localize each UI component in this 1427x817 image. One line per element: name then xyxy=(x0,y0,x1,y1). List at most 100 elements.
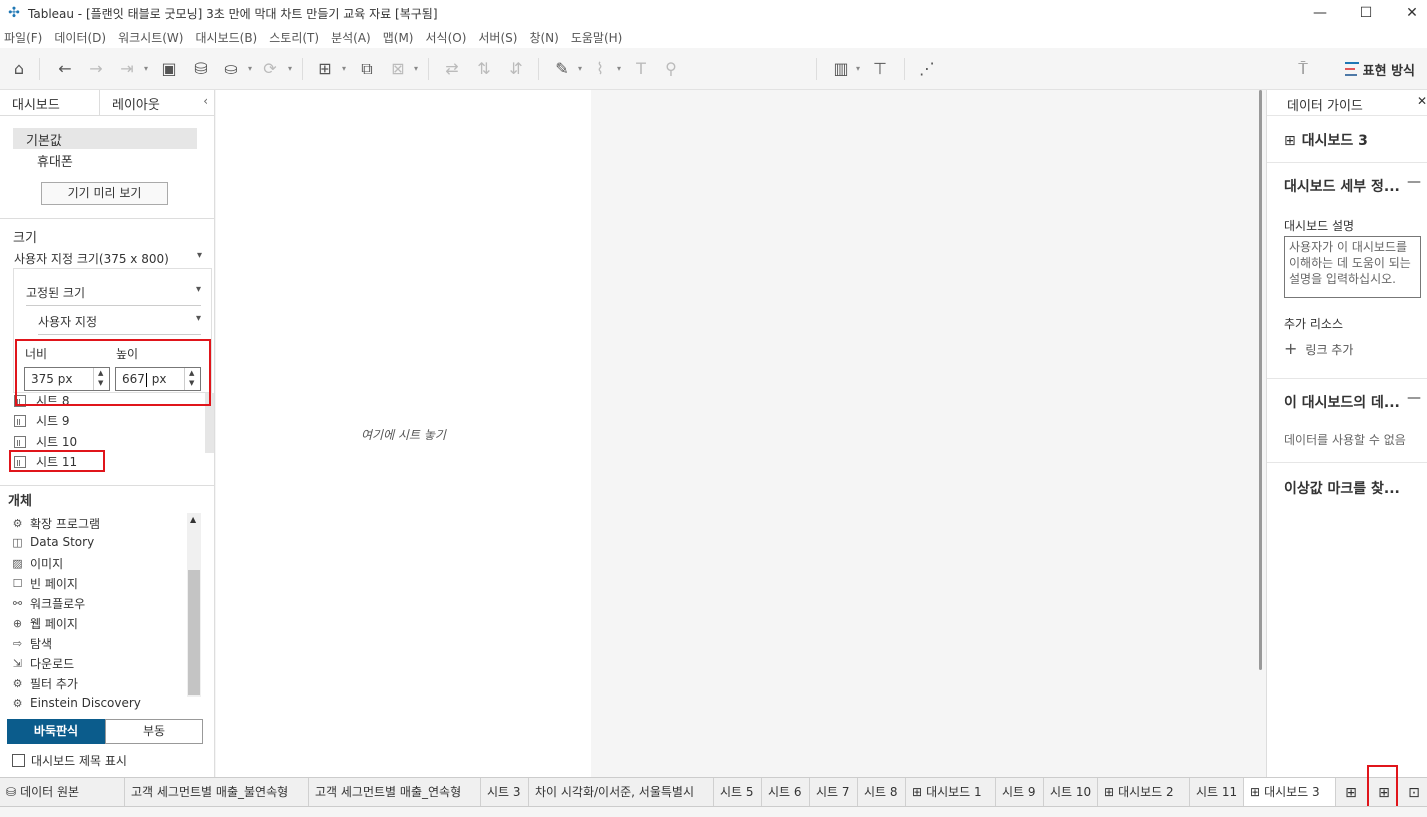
height-stepper[interactable]: ▲ ▼ xyxy=(184,368,200,390)
highlight-icon[interactable]: ✎ xyxy=(551,58,573,80)
tab-dashboard-active[interactable]: ⊞ 대시보드 3 xyxy=(1244,778,1336,807)
highlight-dropdown-icon[interactable]: ▾ xyxy=(578,64,582,73)
sheet-list-scrollbar[interactable] xyxy=(205,393,214,453)
list-item[interactable]: 시트 10 xyxy=(14,433,77,450)
menu-dashboard[interactable]: 대시보드(B) xyxy=(191,29,265,46)
tab-sheet[interactable]: 시트 9 xyxy=(996,778,1044,807)
list-item[interactable]: 시트 9 xyxy=(14,412,70,429)
refresh-dropdown-icon[interactable]: ▾ xyxy=(288,64,292,73)
device-preview-button[interactable]: 기기 미리 보기 xyxy=(41,182,168,205)
menu-worksheet[interactable]: 워크시트(W) xyxy=(114,29,191,46)
list-item[interactable]: 시트 8 xyxy=(14,392,70,409)
details-section-title[interactable]: 대시보드 세부 정... xyxy=(1284,176,1400,196)
new-story-icon[interactable]: ⊡ xyxy=(1404,783,1424,803)
presentation-mode-icon[interactable]: ⊤ xyxy=(869,58,891,80)
object-image[interactable]: ▨ 이미지 xyxy=(11,555,63,572)
object-data-story[interactable]: ◫ Data Story xyxy=(11,535,94,549)
object-web-page[interactable]: ⊕ 웹 페이지 xyxy=(11,615,78,632)
save-icon[interactable]: ▣ xyxy=(158,58,180,80)
tab-sheet[interactable]: 고객 세그먼트별 매출_불연속형 xyxy=(125,778,309,807)
close-window-button[interactable]: ✕ xyxy=(1389,0,1427,26)
menu-map[interactable]: 맵(M) xyxy=(379,29,422,46)
tab-layout[interactable]: 레이아웃 xyxy=(100,90,200,115)
sort-descending-icon[interactable]: ⇵ xyxy=(505,58,527,80)
labels-icon[interactable]: T xyxy=(630,58,652,80)
tab-dashboard[interactable]: ⊞ 대시보드 2 xyxy=(1098,778,1190,807)
collapse-icon[interactable]: — xyxy=(1407,390,1421,406)
increment-icon[interactable]: ▲ xyxy=(189,369,194,377)
increment-icon[interactable]: ▲ xyxy=(98,369,103,377)
tab-sheet[interactable]: 차이 시각화/이서준, 서울특별시 xyxy=(529,778,714,807)
show-title-checkbox[interactable]: 대시보드 제목 표시 xyxy=(12,752,127,769)
scroll-thumb[interactable] xyxy=(188,570,200,695)
decrement-icon[interactable]: ▼ xyxy=(98,379,103,387)
tab-sheet[interactable]: 시트 7 xyxy=(810,778,858,807)
tab-sheet[interactable]: 시트 5 xyxy=(714,778,762,807)
menu-file[interactable]: 파일(F) xyxy=(0,29,50,46)
replay-icon[interactable]: ⇥ xyxy=(116,58,138,80)
decrement-icon[interactable]: ▼ xyxy=(189,379,194,387)
swap-icon[interactable]: ⇄ xyxy=(441,58,463,80)
height-input[interactable]: 667 px ▲ ▼ xyxy=(115,367,201,391)
dashboard-canvas[interactable]: 여기에 시트 놓기 xyxy=(216,90,591,777)
clear-dropdown-icon[interactable]: ▾ xyxy=(414,64,418,73)
object-workflow[interactable]: ⚯ 워크플로우 xyxy=(11,595,85,612)
outlier-section-title[interactable]: 이상값 마크를 찾... xyxy=(1284,478,1400,498)
duplicate-icon[interactable]: ⧉ xyxy=(356,58,378,80)
pause-dropdown-icon[interactable]: ▾ xyxy=(248,64,252,73)
share-icon[interactable]: ⋰ xyxy=(916,58,938,80)
floating-button[interactable]: 부동 xyxy=(105,719,203,744)
canvas-scrollbar[interactable] xyxy=(1256,90,1266,670)
menu-window[interactable]: 창(N) xyxy=(525,29,566,46)
new-worksheet-icon[interactable]: ⊞ xyxy=(1341,783,1361,803)
format-painter-icon[interactable]: ⍑ xyxy=(1292,58,1314,80)
description-input[interactable]: 사용자가 이 대시보드를 이해하는 데 도움이 되는 설명을 입력하십시오. xyxy=(1284,236,1421,298)
data-section-title[interactable]: 이 대시보드의 데... xyxy=(1284,392,1400,412)
device-default[interactable]: 기본값 xyxy=(13,128,197,149)
tab-sheet[interactable]: 시트 10 xyxy=(1044,778,1098,807)
new-worksheet-icon[interactable]: ⊞ xyxy=(314,58,336,80)
clear-sheet-icon[interactable]: ⊠ xyxy=(387,58,409,80)
new-dashboard-icon[interactable]: ⊞ xyxy=(1374,783,1394,803)
new-worksheet-dropdown-icon[interactable]: ▾ xyxy=(342,64,346,73)
new-datasource-icon[interactable]: ⛁ xyxy=(190,58,212,80)
menu-server[interactable]: 서버(S) xyxy=(474,29,525,46)
show-me-button[interactable]: 표현 방식 xyxy=(1344,58,1415,80)
checkbox-box[interactable] xyxy=(12,754,25,767)
object-einstein[interactable]: ⚙ Einstein Discovery xyxy=(11,696,141,710)
scroll-up-icon[interactable]: ▲ xyxy=(190,515,196,524)
menu-format[interactable]: 서식(O) xyxy=(422,29,475,46)
menu-data[interactable]: 데이터(D) xyxy=(50,29,114,46)
tab-sheet[interactable]: 시트 11 xyxy=(1190,778,1244,807)
tab-sheet[interactable]: 시트 3 xyxy=(481,778,529,807)
tab-sheet[interactable]: 시트 8 xyxy=(858,778,906,807)
menu-help[interactable]: 도움말(H) xyxy=(567,29,631,46)
tiled-button[interactable]: 바둑판식 xyxy=(7,719,105,744)
tab-dashboard[interactable]: ⊞ 대시보드 1 xyxy=(906,778,996,807)
close-icon[interactable]: ✕ xyxy=(1417,94,1427,108)
pause-updates-icon[interactable]: ⛀ xyxy=(220,58,242,80)
show-cards-icon[interactable]: ▥ xyxy=(830,58,852,80)
tab-sheet[interactable]: 시트 6 xyxy=(762,778,810,807)
object-navigation[interactable]: ⇨ 탐색 xyxy=(11,635,52,652)
object-download[interactable]: ⇲ 다운로드 xyxy=(11,655,74,672)
home-icon[interactable]: ⌂ xyxy=(8,58,30,80)
minimize-button[interactable]: — xyxy=(1297,0,1343,26)
list-item[interactable]: 시트 11 xyxy=(14,453,77,470)
object-blank[interactable]: ☐ 빈 페이지 xyxy=(11,575,78,592)
tab-dashboard[interactable]: 대시보드 xyxy=(0,90,100,115)
menu-story[interactable]: 스토리(T) xyxy=(265,29,327,46)
collapse-panel-icon[interactable]: ‹ xyxy=(203,94,208,108)
refresh-icon[interactable]: ⟳ xyxy=(259,58,281,80)
add-link-button[interactable]: + 링크 추가 xyxy=(1284,339,1353,358)
group-dropdown-icon[interactable]: ▾ xyxy=(617,64,621,73)
maximize-button[interactable]: ☐ xyxy=(1343,0,1389,26)
device-phone[interactable]: 휴대폰 xyxy=(37,151,73,170)
objects-scrollbar[interactable]: ▲ xyxy=(187,513,201,697)
tab-data-source[interactable]: ⛁ 데이터 원본 xyxy=(0,778,125,807)
sort-ascending-icon[interactable]: ⇅ xyxy=(473,58,495,80)
width-stepper[interactable]: ▲ ▼ xyxy=(93,368,109,390)
scroll-thumb[interactable] xyxy=(1259,90,1262,670)
object-add-filter[interactable]: ⚙ 필터 추가 xyxy=(11,675,78,692)
undo-icon[interactable]: ← xyxy=(54,58,76,80)
